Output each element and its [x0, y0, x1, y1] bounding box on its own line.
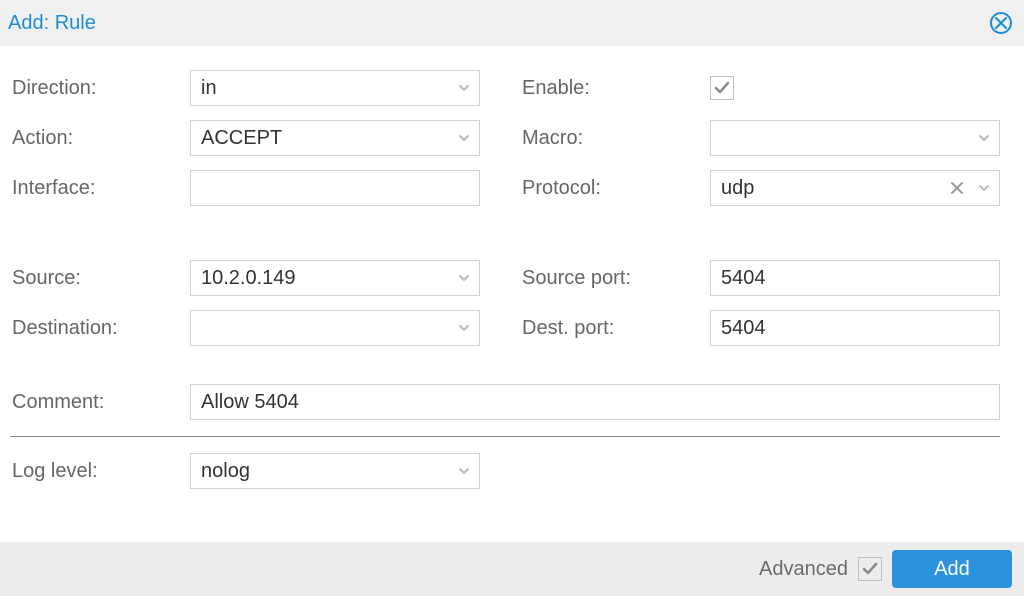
protocol-select[interactable]: udp [710, 170, 1000, 206]
source-port-input[interactable] [721, 267, 989, 290]
add-rule-dialog: Add: Rule Direction: in Enable: [0, 0, 1024, 596]
log-level-label: Log level: [10, 460, 190, 483]
advanced-label: Advanced [759, 558, 848, 581]
destination-trigger[interactable] [449, 311, 479, 345]
interface-input[interactable] [201, 177, 469, 200]
direction-value: in [201, 77, 217, 100]
direction-select[interactable]: in [190, 70, 480, 106]
source-label: Source: [10, 267, 190, 290]
action-select[interactable]: ACCEPT [190, 120, 480, 156]
destination-label: Destination: [10, 317, 190, 340]
source-select[interactable]: 10.2.0.149 [190, 260, 480, 296]
check-icon [861, 560, 879, 578]
check-icon [713, 79, 731, 97]
source-value: 10.2.0.149 [201, 267, 296, 290]
protocol-trigger[interactable] [969, 171, 999, 205]
chevron-down-icon [457, 464, 471, 478]
dest-port-input-wrap[interactable] [710, 310, 1000, 346]
chevron-down-icon [457, 81, 471, 95]
advanced-checkbox[interactable] [858, 557, 882, 581]
close-button[interactable] [990, 12, 1012, 34]
enable-label: Enable: [520, 77, 710, 100]
close-icon [995, 17, 1007, 29]
direction-trigger[interactable] [449, 71, 479, 105]
log-level-value: nolog [201, 460, 250, 483]
comment-input[interactable] [201, 391, 989, 414]
dialog-footer: Advanced Add [0, 542, 1024, 596]
action-trigger[interactable] [449, 121, 479, 155]
chevron-down-icon [977, 181, 991, 195]
dialog-title: Add: Rule [8, 12, 96, 35]
direction-label: Direction: [10, 77, 190, 100]
enable-cell [710, 76, 1000, 100]
source-port-input-wrap[interactable] [710, 260, 1000, 296]
source-trigger[interactable] [449, 261, 479, 295]
add-button[interactable]: Add [892, 550, 1012, 588]
add-button-label: Add [934, 558, 970, 581]
enable-checkbox[interactable] [710, 76, 734, 100]
chevron-down-icon [977, 131, 991, 145]
protocol-value: udp [721, 177, 754, 200]
log-level-trigger[interactable] [449, 454, 479, 488]
comment-input-wrap[interactable] [190, 384, 1000, 420]
log-level-select[interactable]: nolog [190, 453, 480, 489]
protocol-clear[interactable] [945, 171, 969, 205]
chevron-down-icon [457, 131, 471, 145]
interface-input-wrap[interactable] [190, 170, 480, 206]
section-divider [10, 436, 1000, 437]
chevron-down-icon [457, 271, 471, 285]
titlebar: Add: Rule [0, 0, 1024, 46]
clear-icon [951, 182, 963, 194]
destination-select[interactable] [190, 310, 480, 346]
source-port-label: Source port: [520, 267, 710, 290]
comment-label: Comment: [10, 391, 190, 414]
macro-label: Macro: [520, 127, 710, 150]
action-value: ACCEPT [201, 127, 282, 150]
macro-trigger[interactable] [969, 121, 999, 155]
dest-port-label: Dest. port: [520, 317, 710, 340]
chevron-down-icon [457, 321, 471, 335]
dest-port-input[interactable] [721, 317, 989, 340]
dialog-body: Direction: in Enable: Action: ACCEPT [0, 46, 1024, 542]
action-label: Action: [10, 127, 190, 150]
protocol-label: Protocol: [520, 177, 710, 200]
macro-select[interactable] [710, 120, 1000, 156]
interface-label: Interface: [10, 177, 190, 200]
